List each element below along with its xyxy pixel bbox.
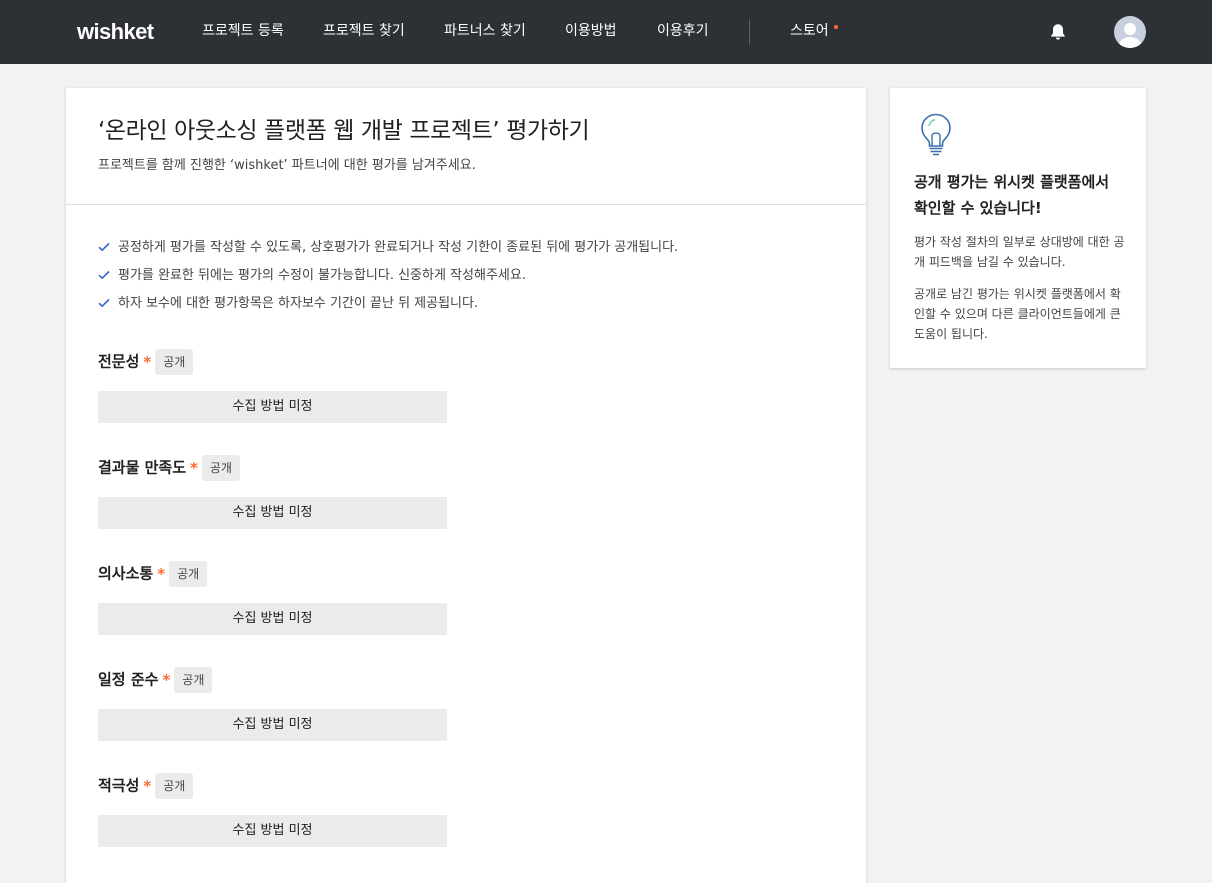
- evaluation-card: ‘온라인 아웃소싱 플랫폼 웹 개발 프로젝트’ 평가하기 프로젝트를 함께 진…: [66, 88, 866, 883]
- nav-divider: [749, 19, 750, 45]
- required-mark: *: [143, 776, 152, 795]
- section-title-satisfaction: 결과물 만족도 * 공개: [98, 455, 240, 481]
- notice-text: 하자 보수에 대한 평가항목은 하자보수 기간이 끝난 뒤 제공됩니다.: [118, 296, 479, 311]
- section-label: 의사소통: [98, 564, 154, 583]
- divider: [66, 204, 866, 205]
- public-badge: 공개: [174, 667, 213, 693]
- section-label: 결과물 만족도: [98, 458, 187, 477]
- info-side-card: 공개 평가는 위시켓 플랫폼에서 확인할 수 있습니다! 평가 작성 절차의 일…: [890, 88, 1146, 368]
- bell-icon[interactable]: [1048, 22, 1068, 42]
- notice-text: 평가를 완료한 뒤에는 평가의 수정이 불가능합니다. 신중하게 작성해주세요.: [118, 268, 526, 283]
- nav-partners-find[interactable]: 파트너스 찾기: [444, 21, 526, 41]
- required-mark: *: [143, 352, 152, 371]
- section-title-proactiveness: 적극성 * 공개: [98, 773, 194, 799]
- required-mark: *: [157, 564, 166, 583]
- page-subtitle: 프로젝트를 함께 진행한 ‘wishket’ 파트너에 대한 평가를 남겨주세요…: [98, 158, 476, 173]
- required-mark: *: [162, 670, 171, 689]
- public-badge: 공개: [169, 561, 208, 587]
- top-navigation-bar: wishket 프로젝트 등록 프로젝트 찾기 파트너스 찾기 이용방법 이용후…: [0, 0, 1212, 64]
- nav-how-to-use[interactable]: 이용방법: [565, 21, 617, 41]
- lightbulb-icon: [921, 113, 951, 156]
- side-paragraph: 공개로 남긴 평가는 위시켓 플랫폼에서 확인할 수 있으며 다른 클라이언트들…: [914, 287, 1121, 341]
- nav-project-register[interactable]: 프로젝트 등록: [202, 21, 284, 41]
- section-label: 일정 준수: [98, 670, 159, 689]
- check-icon: [98, 270, 110, 280]
- collect-method-box: 수집 방법 미정: [98, 391, 447, 423]
- section-label: 전문성: [98, 352, 140, 371]
- notice-text: 공정하게 평가를 작성할 수 있도록, 상호평가가 완료되거나 작성 기한이 종…: [118, 240, 679, 255]
- notice-item: 평가를 완료한 뒤에는 평가의 수정이 불가능합니다. 신중하게 작성해주세요.: [98, 266, 526, 286]
- user-silhouette-icon: [1119, 23, 1141, 48]
- notice-item: 공정하게 평가를 작성할 수 있도록, 상호평가가 완료되거나 작성 기한이 종…: [98, 238, 678, 258]
- side-heading: 공개 평가는 위시켓 플랫폼에서 확인할 수 있습니다!: [914, 173, 1110, 217]
- notice-item: 하자 보수에 대한 평가항목은 하자보수 기간이 끝난 뒤 제공됩니다.: [98, 294, 478, 314]
- store-new-dot: [834, 25, 838, 29]
- wishket-logo[interactable]: wishket: [77, 18, 154, 46]
- nav-project-find[interactable]: 프로젝트 찾기: [323, 21, 405, 41]
- nav-store[interactable]: 스토어: [790, 21, 829, 41]
- section-title-communication: 의사소통 * 공개: [98, 561, 208, 587]
- public-badge: 공개: [155, 349, 194, 375]
- collect-method-box: 수집 방법 미정: [98, 815, 447, 847]
- public-badge: 공개: [155, 773, 194, 799]
- public-badge: 공개: [201, 455, 240, 481]
- page-title: ‘온라인 아웃소싱 플랫폼 웹 개발 프로젝트’ 평가하기: [98, 118, 590, 144]
- section-label: 적극성: [98, 776, 140, 795]
- check-icon: [98, 242, 110, 252]
- required-mark: *: [190, 458, 198, 477]
- side-paragraph: 평가 작성 절차의 일부로 상대방에 대한 공개 피드백을 남길 수 있습니다.: [914, 235, 1125, 269]
- nav-reviews[interactable]: 이용후기: [657, 21, 709, 41]
- section-title-expertise: 전문성 * 공개: [98, 349, 194, 375]
- collect-method-box: 수집 방법 미정: [98, 497, 447, 529]
- check-icon: [98, 298, 110, 308]
- collect-method-box: 수집 방법 미정: [98, 709, 447, 741]
- avatar[interactable]: [1114, 16, 1146, 48]
- collect-method-box: 수집 방법 미정: [98, 603, 447, 635]
- section-title-schedule: 일정 준수 * 공개: [98, 667, 213, 693]
